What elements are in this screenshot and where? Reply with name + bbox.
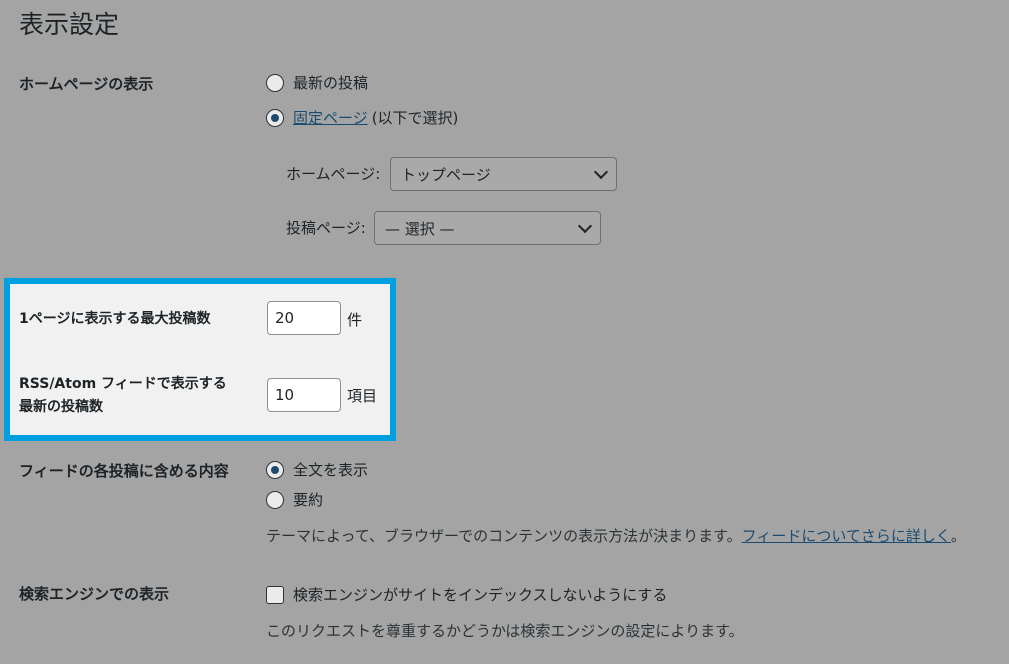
homepage-select-value: トップページ bbox=[401, 165, 491, 184]
radio-summary-option[interactable]: 要約 bbox=[266, 489, 323, 510]
feed-description-text: テーマによって、ブラウザーでのコンテンツの表示方法が決まります。 bbox=[266, 527, 742, 545]
discourage-indexing-option[interactable]: 検索エンジンがサイトをインデックスしないようにする bbox=[266, 584, 667, 605]
radio-static-page-suffix: (以下で選択) bbox=[371, 109, 459, 127]
posts-page-select-label: 投稿ページ: bbox=[286, 219, 366, 237]
radio-static-page-option[interactable]: 固定ページ (以下で選択) bbox=[266, 107, 458, 128]
radio-full-text-label: 全文を表示 bbox=[293, 461, 369, 479]
radio-summary[interactable] bbox=[266, 490, 284, 509]
feed-more-link[interactable]: フィードについてさらに詳しく bbox=[742, 527, 951, 545]
posts-per-page-input[interactable]: 20 bbox=[267, 301, 341, 335]
radio-latest-posts-option[interactable]: 最新の投稿 bbox=[266, 72, 368, 93]
posts-page-select-value: — 選択 — bbox=[385, 219, 455, 238]
homepage-select[interactable]: トップページ bbox=[390, 157, 617, 191]
homepage-display-label: ホームページの表示 bbox=[19, 75, 154, 93]
radio-static-page[interactable] bbox=[266, 108, 284, 127]
static-page-link[interactable]: 固定ページ bbox=[293, 107, 368, 128]
feed-content-label: フィードの各投稿に含める内容 bbox=[19, 462, 229, 480]
posts-page-select[interactable]: — 選択 — bbox=[374, 211, 601, 245]
chevron-down-icon bbox=[593, 164, 609, 179]
radio-full-text-option[interactable]: 全文を表示 bbox=[266, 459, 368, 480]
homepage-select-label: ホームページ: bbox=[286, 165, 381, 183]
search-engine-description: このリクエストを尊重するかどうかは検索エンジンの設定によります。 bbox=[266, 622, 744, 640]
feed-content-description: テーマによって、ブラウザーでのコンテンツの表示方法が決まります。フィードについて… bbox=[266, 525, 966, 546]
radio-latest-posts[interactable] bbox=[266, 73, 284, 92]
posts-per-page-label: 1ページに表示する最大投稿数 bbox=[19, 311, 211, 327]
search-engine-label: 検索エンジンでの表示 bbox=[19, 585, 170, 603]
chevron-down-icon bbox=[577, 218, 593, 233]
feed-description-end: 。 bbox=[950, 527, 966, 545]
rss-items-unit: 項目 bbox=[347, 387, 378, 405]
rss-items-label-line2: 最新の投稿数 bbox=[19, 399, 103, 415]
rss-items-label-line1: RSS/Atom フィードで表示する bbox=[19, 376, 227, 392]
discourage-indexing-label: 検索エンジンがサイトをインデックスしないようにする bbox=[293, 586, 668, 604]
posts-per-page-unit: 件 bbox=[347, 311, 363, 329]
radio-full-text[interactable] bbox=[266, 460, 284, 479]
radio-summary-label: 要約 bbox=[293, 491, 324, 509]
page-title: 表示設定 bbox=[19, 10, 120, 39]
radio-latest-posts-label: 最新の投稿 bbox=[293, 74, 369, 92]
discourage-indexing-checkbox[interactable] bbox=[266, 585, 284, 604]
rss-items-input[interactable]: 10 bbox=[267, 378, 341, 412]
